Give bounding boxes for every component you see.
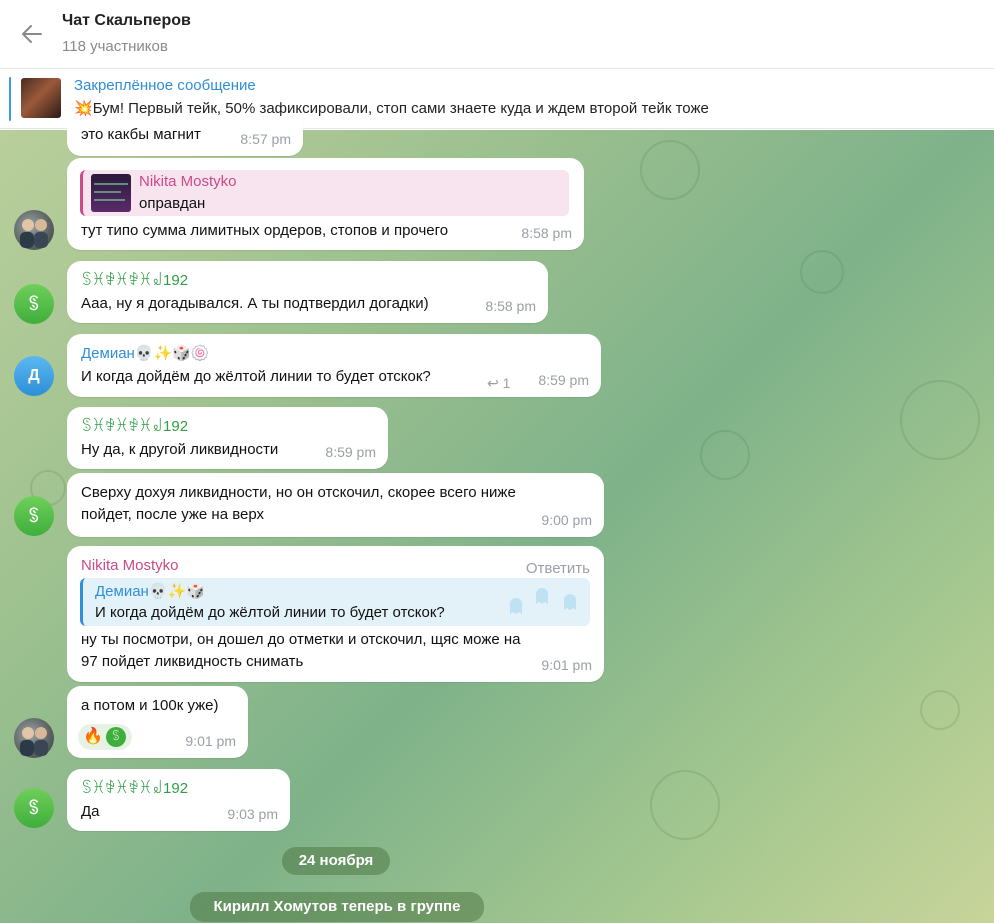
message-bubble[interactable]: ꌗꁝꒆꁝꒆꁝ꒻192 Да 9:03 pm xyxy=(67,769,290,831)
message-text: а потом и 100к уже) xyxy=(81,697,219,714)
doodle-decoration xyxy=(700,430,750,480)
message-author[interactable]: ꌗꁝꒆꁝꒆꁝ꒻192 xyxy=(81,416,188,438)
avatar-letter: Д xyxy=(28,367,40,384)
pinned-title: Закреплённое сообщение xyxy=(74,77,256,94)
doodle-decoration xyxy=(920,690,960,730)
message-author[interactable]: Демиан💀✨🎲🍥 xyxy=(81,343,210,365)
message-time: 8:59 pm xyxy=(325,444,376,460)
pinned-thumbnail xyxy=(21,78,61,118)
quote-thumbnail xyxy=(91,174,131,212)
message-text-line: Сверху дохуя ликвидности, но он отскочил… xyxy=(81,484,516,501)
message-time: 9:03 pm xyxy=(227,806,278,822)
quote-author: Nikita Mostyko xyxy=(139,173,237,190)
message-bubble[interactable]: ꌗꁝꒆꁝꒆꁝ꒻192 Ааа, ну я догадывался. А ты п… xyxy=(67,261,548,323)
user-avatar[interactable]: ꌗ xyxy=(14,788,54,828)
person-photo-icon xyxy=(20,219,48,248)
doodle-decoration xyxy=(900,380,980,460)
message-author[interactable]: Nikita Mostyko xyxy=(81,555,179,577)
doodle-decoration xyxy=(650,770,720,840)
doodle-decoration xyxy=(800,250,844,294)
message-time: 9:01 pm xyxy=(541,657,592,673)
message-text: Ааа, ну я догадывался. А ты подтвердил д… xyxy=(81,295,429,312)
author-emoji: 💀✨🎲🍥 xyxy=(134,345,210,362)
reply-quote[interactable]: Nikita Mostyko оправдан xyxy=(80,170,569,216)
quote-author-emoji: 💀✨🎲 xyxy=(148,583,205,600)
fire-icon: 🔥 xyxy=(83,728,103,745)
quote-author: Демиан💀✨🎲 xyxy=(95,581,205,603)
replies-indicator[interactable]: ↩ 1 xyxy=(487,372,510,394)
reaction-avatar: ꌗ xyxy=(105,727,126,747)
quote-text: оправдан xyxy=(139,195,206,212)
message-text-line: 97 пойдет ликвидность снимать xyxy=(81,653,304,670)
reply-button[interactable]: Ответить xyxy=(526,558,590,580)
message-time: 8:59 pm xyxy=(538,372,589,388)
message-author[interactable]: ꌗꁝꒆꁝꒆꁝ꒻192 xyxy=(81,778,188,800)
back-arrow-icon[interactable] xyxy=(18,20,46,48)
message-text: Да xyxy=(81,803,100,820)
pinned-indicator xyxy=(9,77,11,121)
person-photo-icon xyxy=(20,727,48,756)
quote-author-name: Демиан xyxy=(95,583,149,600)
message-time: 8:58 pm xyxy=(485,298,536,314)
service-message: Кирилл Хомутов теперь в группе xyxy=(190,892,484,922)
ghost-pattern-icon xyxy=(510,588,576,614)
reply-count: 1 xyxy=(502,375,511,391)
message-time: 9:01 pm xyxy=(185,733,236,749)
doodle-decoration xyxy=(640,140,700,200)
message-bubble[interactable]: Nikita Mostyko Ответить Демиан💀✨🎲 И когд… xyxy=(67,546,604,682)
reaction-chip[interactable]: 🔥 ꌗ xyxy=(78,724,132,750)
avatar-letter: ꌗ xyxy=(27,801,41,818)
author-name: Демиан xyxy=(81,345,135,362)
message-bubble[interactable]: Nikita Mostyko оправдан тут типо сумма л… xyxy=(67,158,584,250)
message-text-line: пойдет, после уже на верх xyxy=(81,506,265,523)
message-text: И когда дойдём до жёлтой линии то будет … xyxy=(81,368,431,385)
user-avatar[interactable]: ꌗ xyxy=(14,284,54,324)
pinned-text: 💥Бум! Первый тейк, 50% зафиксировали, ст… xyxy=(74,99,709,117)
user-avatar[interactable]: Д xyxy=(14,356,54,396)
avatar-letter: ꌗ xyxy=(27,297,41,314)
message-time: 8:58 pm xyxy=(521,225,572,241)
pinned-text-content: Бум! Первый тейк, 50% зафиксировали, сто… xyxy=(92,100,709,117)
chat-header: Чат Скальперов 118 участников xyxy=(0,0,994,69)
message-bubble[interactable]: Демиан💀✨🎲🍥 И когда дойдём до жёлтой лини… xyxy=(67,334,601,397)
collision-icon: 💥 xyxy=(74,100,93,117)
chat-title[interactable]: Чат Скальперов xyxy=(62,12,191,30)
message-bubble[interactable]: это какбы магнит 8:57 pm xyxy=(67,118,303,156)
reply-quote[interactable]: Демиан💀✨🎲 И когда дойдём до жёлтой линии… xyxy=(80,578,590,626)
avatar-letter: ꌗ xyxy=(27,509,41,526)
message-text: это какбы магнит xyxy=(81,126,201,143)
message-text: тут типо сумма лимитных ордеров, стопов … xyxy=(81,222,449,239)
user-avatar[interactable] xyxy=(14,718,54,758)
message-time: 8:57 pm xyxy=(240,131,291,147)
user-avatar[interactable]: ꌗ xyxy=(14,496,54,536)
quote-text: И когда дойдём до жёлтой линии то будет … xyxy=(95,604,445,621)
message-bubble[interactable]: Сверху дохуя ликвидности, но он отскочил… xyxy=(67,473,604,537)
reply-arrow-icon: ↩ xyxy=(487,375,499,391)
message-time: 9:00 pm xyxy=(541,512,592,528)
message-text-line: ну ты посмотри, он дошел до отметки и от… xyxy=(81,631,521,648)
message-text: Ну да, к другой ликвидности xyxy=(81,441,279,458)
message-author[interactable]: ꌗꁝꒆꁝꒆꁝ꒻192 xyxy=(81,270,188,292)
user-avatar[interactable] xyxy=(14,210,54,250)
message-bubble[interactable]: а потом и 100к уже) 🔥 ꌗ 9:01 pm xyxy=(67,686,248,758)
message-bubble[interactable]: ꌗꁝꒆꁝꒆꁝ꒻192 Ну да, к другой ликвидности 8… xyxy=(67,407,388,469)
member-count: 118 участников xyxy=(62,38,168,55)
date-divider: 24 ноября xyxy=(282,847,390,875)
